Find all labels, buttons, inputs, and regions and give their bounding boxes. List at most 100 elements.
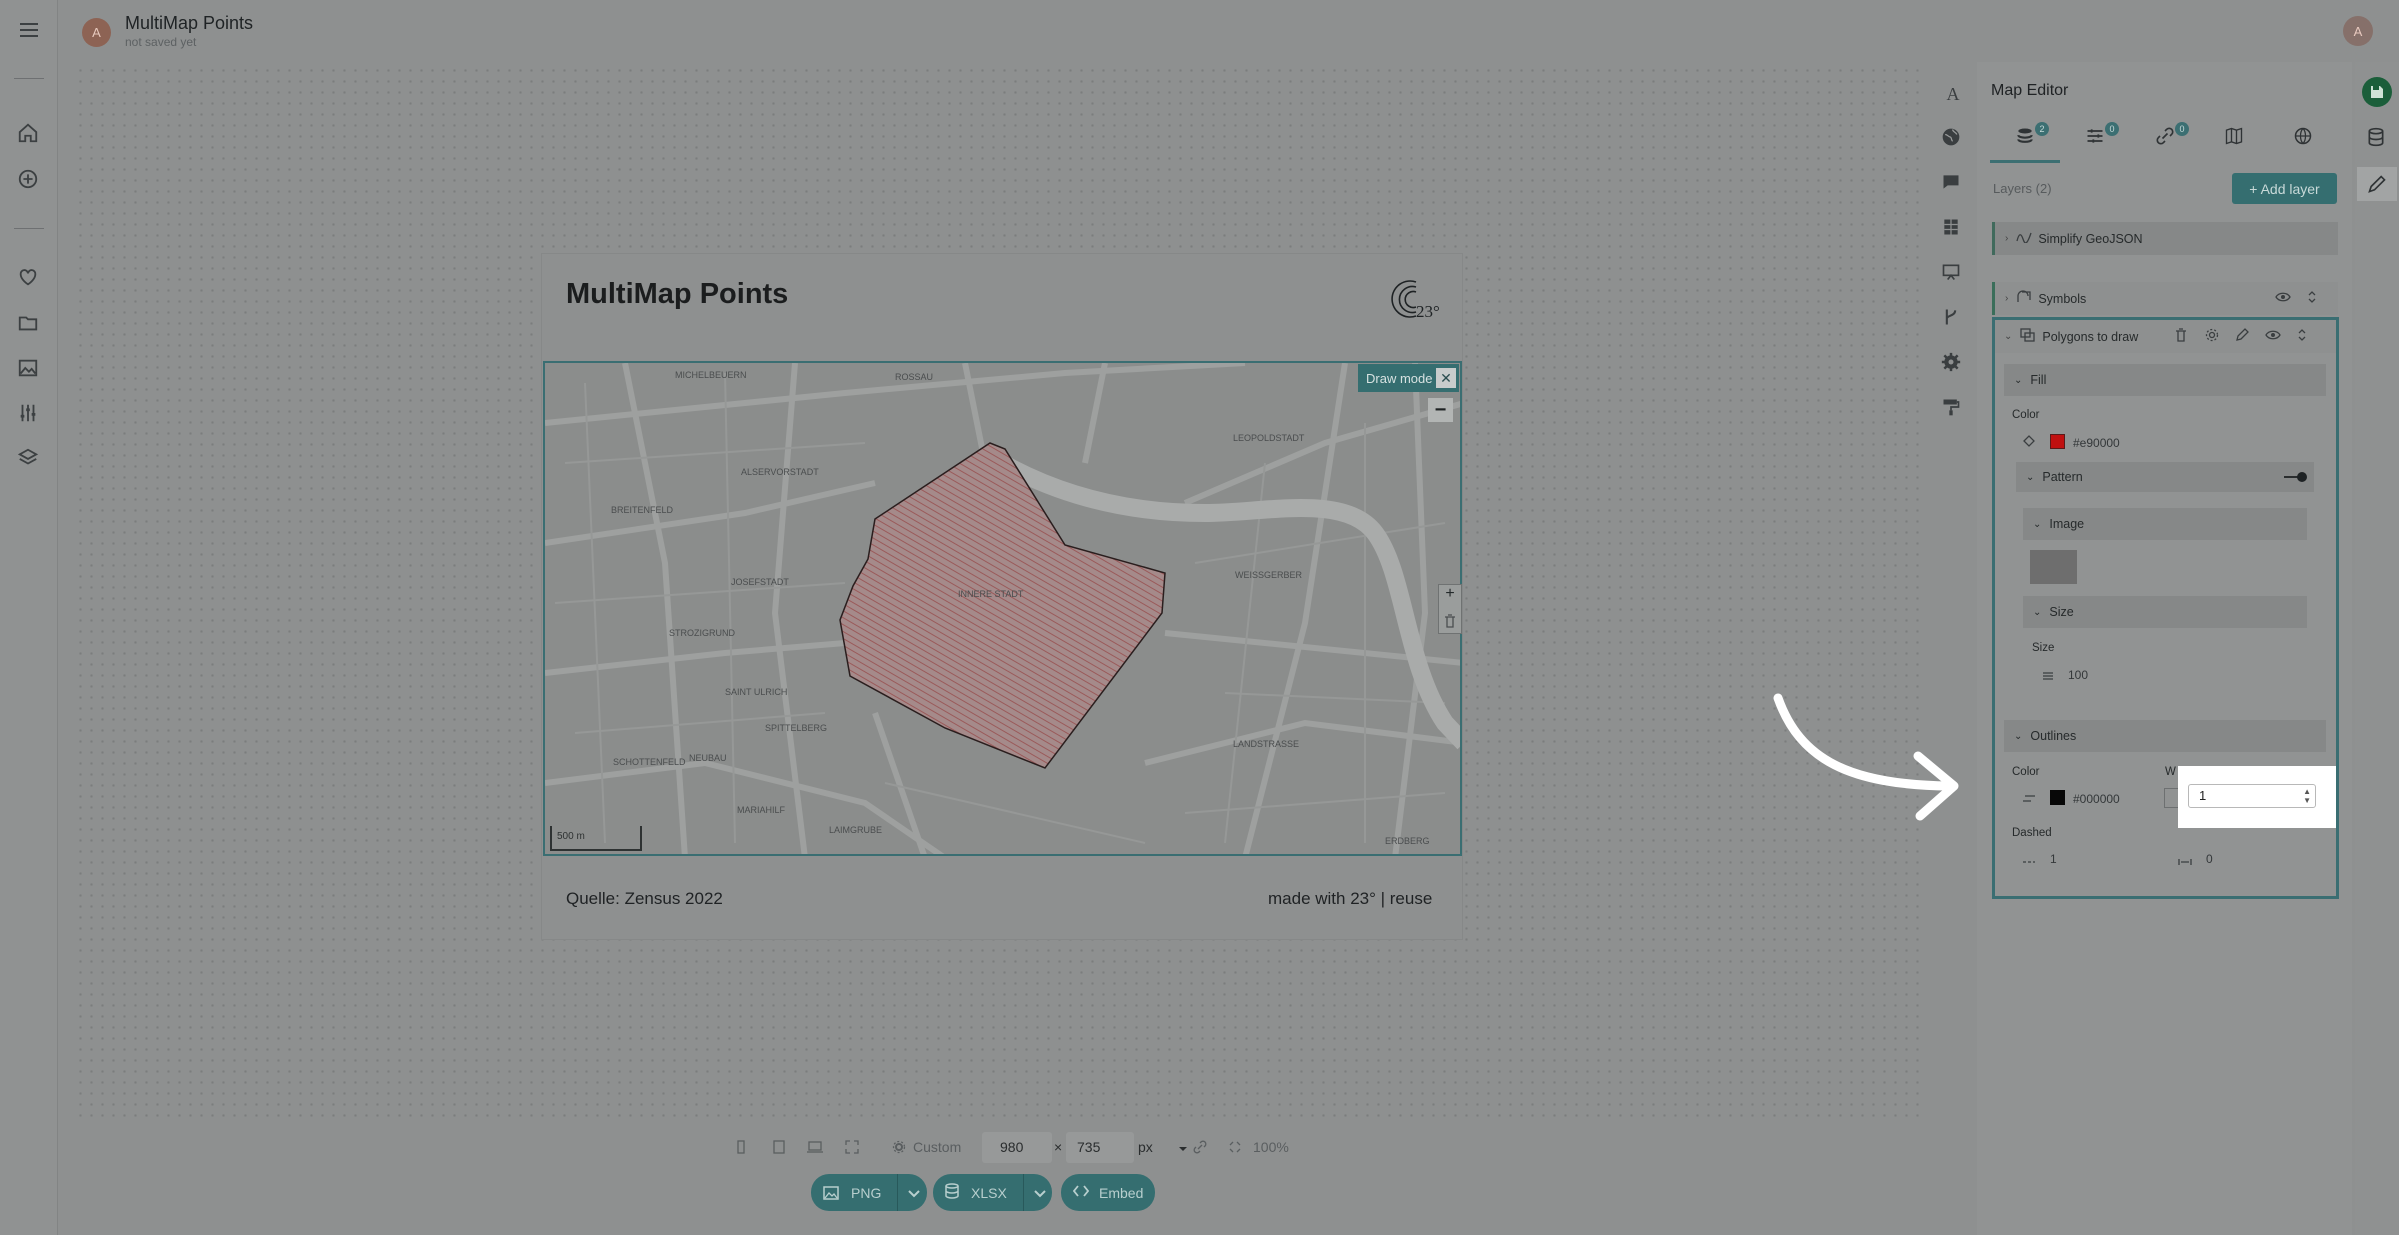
divider	[1022, 1174, 1024, 1211]
zoom-fit-icon[interactable]	[1228, 1140, 1242, 1154]
dash-gap-value[interactable]: 0	[2206, 852, 2213, 866]
image-icon[interactable]	[17, 357, 41, 381]
outline-color-swatch[interactable]	[2050, 790, 2065, 805]
gear-icon[interactable]	[2205, 328, 2219, 345]
tab-map[interactable]	[2224, 126, 2248, 150]
paint-roller-icon[interactable]	[1941, 397, 1965, 421]
gap-icon	[2178, 853, 2192, 871]
comment-icon[interactable]	[1941, 172, 1965, 196]
drawn-polygon[interactable]	[839, 442, 1166, 769]
edit-tab[interactable]	[2357, 167, 2397, 201]
branch-icon[interactable]	[1941, 307, 1965, 331]
dash-length-value[interactable]: 1	[2050, 852, 2057, 866]
tab-layers[interactable]: 2	[2015, 122, 2049, 150]
tablet-icon[interactable]	[772, 1140, 786, 1154]
presentation-icon[interactable]	[1941, 262, 1965, 286]
reorder-icon[interactable]	[2297, 328, 2307, 345]
user-avatar[interactable]: A	[2343, 16, 2373, 46]
reorder-icon[interactable]	[2307, 290, 2317, 307]
phone-small-icon[interactable]	[735, 1140, 749, 1154]
tab-links[interactable]: 0	[2155, 122, 2189, 150]
tab-globe[interactable]	[2293, 126, 2317, 150]
database-icon[interactable]	[2366, 127, 2386, 152]
fill-color-swatch[interactable]	[2050, 434, 2065, 449]
filter-icon	[2087, 129, 2103, 143]
chevron-down-icon[interactable]: ⌄	[2004, 331, 2012, 342]
chevron-right-icon[interactable]: ›	[2005, 293, 2008, 304]
pattern-image-thumbnail[interactable]	[2030, 550, 2077, 584]
avatar[interactable]: A	[82, 18, 111, 47]
map-title[interactable]: MultiMap Points	[566, 278, 788, 311]
simplify-icon	[2016, 231, 2032, 246]
layer-row-polygons-to-draw[interactable]: ⌄ Polygons to draw	[1995, 320, 2336, 353]
add-layer-button[interactable]: + Add layer	[2232, 173, 2337, 204]
trash-icon[interactable]	[2175, 328, 2187, 345]
chevron-down-icon[interactable]	[908, 1185, 921, 1201]
link-icon[interactable]	[1193, 1140, 1207, 1154]
chevron-right-icon[interactable]: ›	[2005, 233, 2008, 244]
unit-select[interactable]: px	[1138, 1139, 1153, 1155]
xlsx-label: XLSX	[971, 1184, 1007, 1201]
width-input[interactable]: 980	[982, 1132, 1052, 1163]
stepper-arrows-icon[interactable]: ▲ ▼	[2303, 787, 2311, 805]
close-icon[interactable]: ✕	[1436, 368, 1456, 388]
laptop-icon[interactable]	[807, 1140, 823, 1154]
eye-icon[interactable]	[2265, 329, 2281, 344]
outline-color-value[interactable]: #000000	[2073, 792, 2120, 806]
save-button[interactable]	[2362, 77, 2392, 107]
add-circle-icon[interactable]	[17, 168, 41, 192]
zoom-in-button[interactable]: +	[1439, 585, 1461, 609]
pencil-icon[interactable]	[2235, 328, 2249, 345]
height-input[interactable]: 735	[1066, 1132, 1134, 1163]
map-viewport[interactable]: MICHELBEUERN ROSSAU LEOPOLDSTADT ALSERVO…	[543, 361, 1462, 856]
trash-icon[interactable]	[1439, 609, 1461, 633]
size-section-header[interactable]: ⌄ Size	[2023, 596, 2307, 628]
outline-color-label: Color	[2012, 766, 2040, 778]
embed-button[interactable]: Embed	[1061, 1174, 1155, 1211]
fill-color-value[interactable]: #e90000	[2073, 436, 2120, 450]
pattern-section-header[interactable]: ⌄ Pattern	[2016, 462, 2314, 492]
chevron-down-icon: ⌄	[2033, 606, 2042, 618]
outlines-section-header[interactable]: ⌄ Outlines	[2004, 720, 2326, 752]
chevron-down-icon[interactable]	[1178, 1141, 1188, 1151]
draw-mode-label: Draw mode	[1366, 370, 1433, 386]
gear-icon[interactable]	[1941, 352, 1965, 376]
table-icon[interactable]	[1941, 217, 1965, 241]
source-text[interactable]: Quelle: Zensus 2022	[566, 889, 723, 909]
layer-label: Polygons to draw	[2042, 329, 2139, 344]
map-label: ERDBERG	[1385, 836, 1430, 846]
code-icon	[1072, 1184, 1090, 1201]
outline-width-input[interactable]: 1 ▲ ▼	[2188, 784, 2316, 808]
size-preset-select[interactable]: Custom	[913, 1139, 961, 1155]
pattern-section-label: Pattern	[2042, 470, 2083, 484]
layer-row-symbols[interactable]: › Symbols	[1992, 282, 2338, 315]
chevron-down-icon[interactable]	[1034, 1185, 1046, 1201]
size-value[interactable]: 100	[2068, 668, 2088, 682]
layers-count-badge: 2	[2035, 122, 2049, 136]
fullscreen-icon[interactable]	[845, 1140, 859, 1154]
zoom-out-button[interactable]: −	[1428, 398, 1453, 422]
map-label: LEOPOLDSTADT	[1233, 433, 1305, 443]
layers-icon[interactable]	[17, 447, 41, 471]
eye-icon[interactable]	[2275, 291, 2291, 306]
export-png-button[interactable]: PNG	[811, 1174, 927, 1211]
hamburger-menu-icon[interactable]	[17, 18, 41, 42]
draw-mode-badge: Draw mode ✕	[1358, 364, 1459, 392]
pattern-toggle[interactable]	[2282, 471, 2307, 483]
size-label: Size	[2032, 642, 2055, 654]
map-label: BREITENFELD	[611, 505, 674, 515]
size-lines-icon	[2042, 668, 2054, 686]
sliders-icon[interactable]	[17, 402, 41, 426]
tab-filters[interactable]: 0	[2085, 122, 2119, 150]
settings-icon[interactable]	[892, 1140, 906, 1154]
globe-icon[interactable]	[1941, 127, 1965, 151]
folder-icon[interactable]	[17, 312, 41, 336]
heart-icon[interactable]	[17, 266, 41, 290]
map-label: JOSEFSTADT	[731, 577, 789, 587]
text-format-icon[interactable]: A	[1941, 84, 1965, 108]
home-icon[interactable]	[17, 122, 41, 146]
export-xlsx-button[interactable]: XLSX	[933, 1174, 1052, 1211]
image-section-header[interactable]: ⌄ Image	[2023, 508, 2307, 540]
layer-row-simplify-geojson[interactable]: › Simplify GeoJSON	[1992, 222, 2338, 255]
fill-section-header[interactable]: ⌄ Fill	[2004, 364, 2326, 396]
